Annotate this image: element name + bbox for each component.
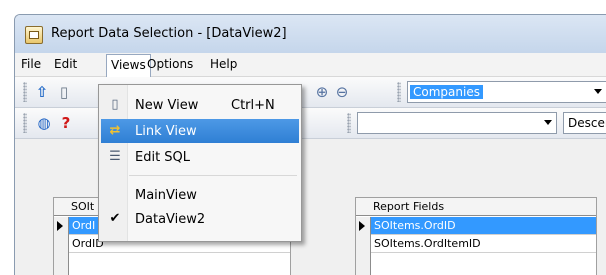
- toolbar-grip[interactable]: [347, 113, 351, 133]
- menu-help[interactable]: Help: [210, 57, 237, 71]
- new-document-icon[interactable]: ▯: [55, 83, 73, 101]
- upload-icon[interactable]: ⇧: [33, 83, 51, 101]
- table-row[interactable]: SOItems.OrdID: [371, 217, 596, 235]
- current-row-pointer-icon: [57, 221, 63, 231]
- table-select[interactable]: Companies: [407, 81, 606, 103]
- checkmark-icon: ✔: [109, 211, 121, 226]
- title-bar[interactable]: Report Data Selection - [DataView2]: [15, 15, 606, 53]
- menu-item-new-view[interactable]: ▯ New View Ctrl+N: [101, 93, 299, 117]
- report-fields-grid[interactable]: Report Fields SOItems.OrdID SOItems.OrdI…: [355, 197, 597, 275]
- menu-item-label: MainView: [135, 188, 197, 203]
- menu-item-label: New View: [135, 98, 199, 113]
- new-document-icon: ▯: [111, 97, 119, 112]
- menu-separator: [129, 175, 297, 176]
- toolbar-grip[interactable]: [23, 82, 27, 102]
- menu-item-edit-sql[interactable]: ☰ Edit SQL: [101, 145, 299, 169]
- menu-item-label: Link View: [135, 124, 197, 139]
- menu-item-label: Edit SQL: [135, 150, 191, 165]
- sort-order-value: Descen: [568, 116, 606, 130]
- table-select-value: Companies: [410, 85, 483, 99]
- globe-icon[interactable]: ◍: [35, 114, 53, 132]
- report-app-icon: [25, 26, 43, 44]
- toolbar-grip[interactable]: [23, 113, 27, 133]
- menu-options[interactable]: Options: [147, 57, 193, 71]
- menu-bar: File Edit Views Options Help: [15, 53, 606, 78]
- menu-item-label: DataView2: [135, 212, 206, 227]
- chevron-down-icon[interactable]: [544, 120, 552, 125]
- menu-item-link-view[interactable]: ⇄ Link View: [101, 119, 299, 143]
- menu-file[interactable]: File: [21, 57, 41, 71]
- query-icon[interactable]: ?: [57, 114, 75, 132]
- zoom-in-icon[interactable]: ⊕: [313, 83, 331, 101]
- menu-item-shortcut: Ctrl+N: [231, 98, 275, 113]
- toolbar-grip[interactable]: [397, 82, 401, 102]
- views-menu-dropdown: ▯ New View Ctrl+N ⇄ Link View ☰ Edit SQL…: [98, 84, 302, 242]
- current-row-pointer-icon: [359, 221, 365, 231]
- sort-order-select[interactable]: Descen: [563, 112, 606, 134]
- row-indicator-column: [54, 217, 69, 275]
- chevron-down-icon[interactable]: [594, 89, 602, 94]
- zoom-out-icon[interactable]: ⊖: [333, 83, 351, 101]
- sql-document-icon: ☰: [109, 149, 121, 164]
- menu-item-mainview[interactable]: MainView: [101, 183, 299, 207]
- row-indicator-column: [356, 217, 371, 275]
- window-title: Report Data Selection - [DataView2]: [51, 26, 287, 41]
- link-arrows-icon: ⇄: [109, 123, 121, 138]
- menu-item-dataview2[interactable]: ✔ DataView2: [101, 207, 299, 231]
- menu-views[interactable]: Views: [106, 54, 151, 78]
- field-select[interactable]: [357, 112, 557, 134]
- report-fields-header: Report Fields: [356, 198, 596, 216]
- table-row[interactable]: SOItems.OrdItemID: [371, 235, 596, 253]
- menu-edit[interactable]: Edit: [54, 57, 77, 71]
